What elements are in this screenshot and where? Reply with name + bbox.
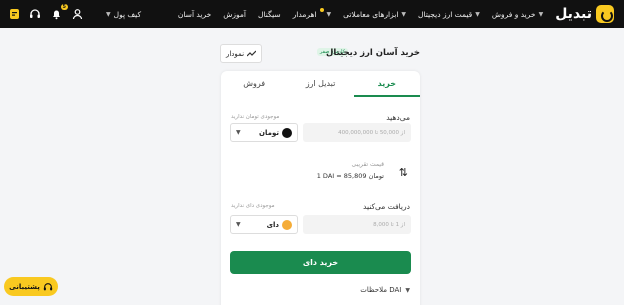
chart-button[interactable]: نمودار [220, 44, 262, 63]
nav-education[interactable]: آموزش [223, 10, 246, 19]
pay-label: می‌دهید [386, 113, 410, 122]
trade-tabs: خرید تبدیل ارز فروش [221, 71, 420, 97]
brand[interactable]: تبدیل [555, 5, 614, 23]
brand-name: تبدیل [555, 6, 592, 22]
support-label: پشتیبانی [9, 282, 40, 291]
nav-label: سیگنال [258, 9, 281, 19]
page-header: نمودار کارمزد صفر خرید آسان ارز دیجیتال [220, 44, 420, 64]
chevron-down-icon: ▼ [538, 10, 544, 18]
nav-right: تبدیل خرید و فروش ▼ قیمت ارز دیجیتال ▼ ا… [178, 0, 614, 28]
chevron-down-icon: ▼ [236, 221, 241, 228]
user-icon[interactable] [71, 8, 83, 20]
nav-label: اهرمدار [292, 9, 317, 19]
nav-left: 5 ▼ کیف پول [8, 0, 141, 28]
nav-prices[interactable]: قیمت ارز دیجیتال ▼ [418, 10, 480, 19]
swap-arrows-icon[interactable]: ⇅ [399, 166, 408, 179]
pay-coin: تومان [259, 127, 292, 138]
rate-info: قیمت تقریبی 1 DAI = 85,809 تومان [317, 161, 384, 180]
nav-signal[interactable]: سیگنال [258, 10, 281, 19]
bell-icon[interactable]: 5 [50, 4, 68, 20]
brand-logo-icon [596, 5, 614, 23]
pay-balance-note: موجودی تومان ندارید [231, 114, 280, 120]
chevron-down-icon: ▼ [106, 10, 111, 18]
tab-convert[interactable]: تبدیل ارز [287, 71, 353, 97]
wallet-app-icon[interactable] [8, 8, 20, 20]
wallet-menu[interactable]: ▼ کیف پول [106, 10, 141, 19]
receive-amount-input[interactable]: از 1 تا 8,000 [303, 215, 411, 234]
chevron-down-icon: ▼ [475, 10, 480, 18]
pay-currency-select[interactable]: ▼ تومان [230, 123, 298, 142]
new-dot-icon [319, 8, 324, 12]
nav-buy-sell[interactable]: خرید و فروش ▼ [492, 10, 543, 19]
receive-label: دریافت می‌کنید [363, 202, 410, 211]
page-title: خرید آسان ارز دیجیتال [326, 48, 420, 58]
wallet-label: کیف پول [113, 9, 142, 19]
nav-label: خرید و فروش [491, 9, 536, 19]
nav-label: آموزش [223, 9, 246, 19]
dai-icon [282, 219, 292, 230]
toman-icon [282, 127, 292, 138]
pay-amount-input[interactable]: از 50,000 تا 400,000,000 [303, 123, 411, 142]
pay-currency-label: تومان [259, 128, 279, 137]
chevron-down-icon: ▼ [326, 10, 332, 18]
chevron-down-icon: ▼ [405, 286, 410, 294]
headset-icon [43, 282, 52, 290]
support-button[interactable]: پشتیبانی [4, 277, 58, 296]
trade-card: خرید تبدیل ارز فروش می‌دهید موجودی تومان… [221, 71, 420, 305]
receive-currency-select[interactable]: ▼ دای [230, 215, 298, 234]
receive-balance-note: موجودی دای ندارید [231, 203, 275, 209]
headset-icon[interactable] [29, 8, 41, 20]
tab-buy[interactable]: خرید [353, 71, 420, 97]
receive-currency-label: دای [266, 220, 279, 229]
chevron-down-icon: ▼ [401, 10, 407, 18]
rate-label: قیمت تقریبی [351, 161, 384, 168]
chart-button-label: نمودار [225, 49, 245, 58]
trend-chart-icon [247, 50, 257, 57]
nav-label: خرید آسان [177, 9, 212, 19]
chevron-down-icon: ▼ [236, 129, 241, 136]
rate-value: 1 DAI = 85,809 تومان [316, 172, 384, 180]
nav-easy-buy[interactable]: خرید آسان [178, 10, 211, 19]
buy-dai-button[interactable]: خرید دای [230, 251, 411, 274]
receive-coin: دای [266, 219, 292, 230]
nav-label: ابزارهای معاملاتی [343, 9, 399, 19]
nav-trading-tools[interactable]: ابزارهای معاملاتی ▼ [343, 10, 406, 19]
tab-sell[interactable]: فروش [221, 71, 287, 97]
dai-notes-toggle[interactable]: ملاحظات DAI ▼ [360, 286, 410, 294]
notes-label: ملاحظات DAI [360, 286, 402, 294]
nav-leverage[interactable]: اهرمدار ▼ [293, 8, 331, 20]
nav-label: قیمت ارز دیجیتال [418, 9, 473, 19]
top-navbar: تبدیل خرید و فروش ▼ قیمت ارز دیجیتال ▼ ا… [0, 0, 624, 28]
notification-badge: 5 [60, 4, 68, 10]
